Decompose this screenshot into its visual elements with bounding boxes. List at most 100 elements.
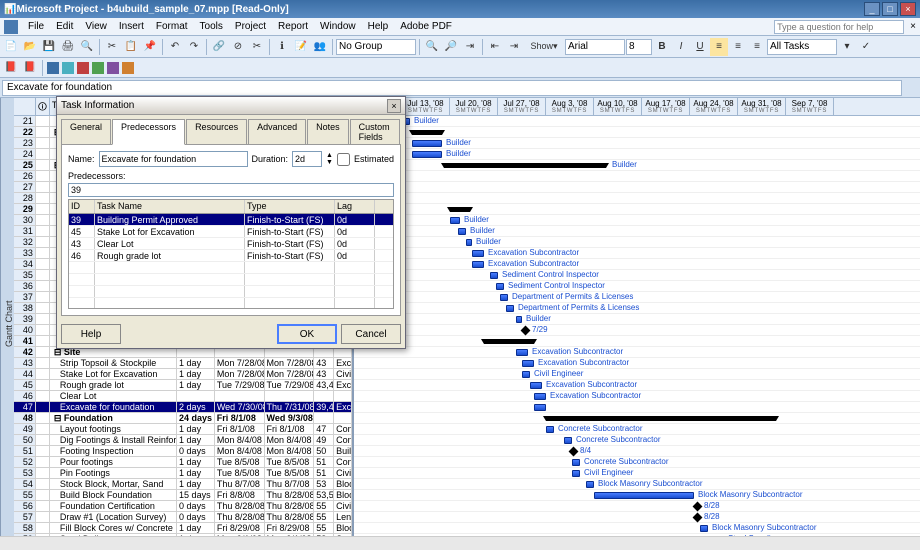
table-row[interactable]: 55Build Block Foundation15 daysFri 8/8/0… — [14, 490, 352, 501]
tab-notes[interactable]: Notes — [307, 119, 349, 144]
task-name-input[interactable] — [99, 151, 248, 167]
gantt-row[interactable] — [354, 204, 920, 215]
minimize-button[interactable]: _ — [864, 2, 880, 16]
task-bar[interactable] — [534, 404, 546, 411]
gantt-row[interactable]: 8/28 — [354, 512, 920, 523]
tab-custom[interactable]: Custom Fields — [350, 119, 400, 144]
gantt-row[interactable] — [354, 171, 920, 182]
indent-icon[interactable]: ⇥ — [505, 38, 523, 56]
predecessor-row[interactable]: 43Clear LotFinish-to-Start (FS)0d — [69, 238, 393, 250]
view-tab-gantt[interactable]: Gantt Chart — [0, 98, 14, 550]
dialog-title-bar[interactable]: Task Information × — [57, 97, 405, 115]
font-combo[interactable]: Arial — [565, 39, 625, 55]
maximize-button[interactable]: □ — [882, 2, 898, 16]
swatch-blue[interactable] — [47, 62, 59, 74]
summary-bar[interactable] — [412, 130, 442, 135]
align-left-icon[interactable]: ≡ — [710, 38, 728, 56]
task-bar[interactable] — [564, 437, 572, 444]
swatch-cyan[interactable] — [62, 62, 74, 74]
wbs-icon[interactable]: ✓ — [857, 38, 875, 56]
pcol-lag[interactable]: Lag — [335, 200, 375, 213]
undo-icon[interactable]: ↶ — [166, 38, 184, 56]
filter-combo[interactable]: All Tasks — [767, 39, 837, 55]
task-bar[interactable] — [496, 283, 504, 290]
table-row[interactable]: 49Layout footings1 dayFri 8/1/08Fri 8/1/… — [14, 424, 352, 435]
assign-icon[interactable]: 👥 — [311, 38, 329, 56]
milestone-icon[interactable] — [693, 513, 703, 523]
preview-icon[interactable]: 🔍 — [78, 38, 96, 56]
task-bar[interactable] — [572, 459, 580, 466]
zoom-out-icon[interactable]: 🔍 — [423, 38, 441, 56]
table-row[interactable]: 51Footing Inspection0 daysMon 8/4/08Mon … — [14, 446, 352, 457]
task-bar[interactable] — [472, 250, 484, 257]
task-bar[interactable] — [522, 360, 534, 367]
gantt-row[interactable]: Sediment Control Inspector — [354, 270, 920, 281]
paste-icon[interactable]: 📌 — [141, 38, 159, 56]
gantt-row[interactable]: Department of Permits & Licenses — [354, 292, 920, 303]
gantt-row[interactable]: Civil Engineer — [354, 369, 920, 380]
gantt-row[interactable]: Builder — [354, 215, 920, 226]
ok-button[interactable]: OK — [277, 324, 337, 344]
pred-entry[interactable]: 39 — [68, 183, 394, 197]
task-bar[interactable] — [586, 481, 594, 488]
help-button[interactable]: Help — [61, 324, 121, 344]
gantt-row[interactable]: Builder — [354, 226, 920, 237]
gantt-row[interactable] — [354, 182, 920, 193]
task-bar[interactable] — [572, 470, 580, 477]
menu-window[interactable]: Window — [314, 19, 362, 34]
tab-advanced[interactable]: Advanced — [248, 119, 306, 144]
table-row[interactable]: 43Strip Topsoil & Stockpile1 dayMon 7/28… — [14, 358, 352, 369]
table-row[interactable]: 46Clear Lot — [14, 391, 352, 402]
save-icon[interactable]: 💾 — [40, 38, 58, 56]
open-icon[interactable]: 📂 — [21, 38, 39, 56]
duration-input[interactable] — [292, 151, 322, 167]
menu-project[interactable]: Project — [229, 19, 272, 34]
group-combo[interactable]: No Group — [336, 39, 416, 55]
table-row[interactable]: 57Draw #1 (Location Survey)0 daysThu 8/2… — [14, 512, 352, 523]
predecessor-row[interactable]: 45Stake Lot for ExcavationFinish-to-Star… — [69, 226, 393, 238]
table-row[interactable]: 44Stake Lot for Excavation1 dayMon 7/28/… — [14, 369, 352, 380]
task-bar[interactable] — [506, 305, 514, 312]
gantt-row[interactable]: Concrete Subcontractor — [354, 424, 920, 435]
gantt-row[interactable] — [354, 402, 920, 413]
align-right-icon[interactable]: ≡ — [748, 38, 766, 56]
task-bar[interactable] — [546, 426, 554, 433]
table-row[interactable]: 48⊟ Foundation24 daysFri 8/1/08Wed 9/3/0… — [14, 413, 352, 424]
gantt-row[interactable] — [354, 336, 920, 347]
task-bar[interactable] — [490, 272, 498, 279]
predecessor-row[interactable]: 39Building Permit ApprovedFinish-to-Star… — [69, 214, 393, 226]
task-bar[interactable] — [472, 261, 484, 268]
link-icon[interactable]: 🔗 — [210, 38, 228, 56]
close-button[interactable]: × — [900, 2, 916, 16]
doc-close-button[interactable]: × — [910, 21, 916, 32]
task-bar[interactable] — [530, 382, 542, 389]
gantt-row[interactable]: Concrete Subcontractor — [354, 435, 920, 446]
task-bar[interactable] — [516, 316, 522, 323]
underline-icon[interactable]: U — [691, 38, 709, 56]
task-bar[interactable] — [466, 239, 472, 246]
swatch-red[interactable] — [77, 62, 89, 74]
pcol-type[interactable]: Type — [245, 200, 335, 213]
table-row[interactable]: 53Pin Footings1 dayTue 8/5/08Tue 8/5/085… — [14, 468, 352, 479]
italic-icon[interactable]: I — [672, 38, 690, 56]
gantt-row[interactable]: Builder — [354, 149, 920, 160]
pdf-icon[interactable]: 📕 — [2, 59, 20, 77]
col-indicator[interactable]: 🛈 — [36, 98, 50, 115]
gantt-row[interactable]: Builder — [354, 237, 920, 248]
pdf2-icon[interactable]: 📕 — [21, 59, 39, 77]
print-icon[interactable]: 🖨 — [59, 38, 77, 56]
summary-bar[interactable] — [484, 339, 534, 344]
gantt-row[interactable]: Excavation Subcontractor — [354, 259, 920, 270]
notes-icon[interactable]: 📝 — [292, 38, 310, 56]
gantt-row[interactable]: Civil Engineer — [354, 468, 920, 479]
table-row[interactable]: 58Fill Block Cores w/ Concrete1 dayFri 8… — [14, 523, 352, 534]
table-row[interactable]: 54Stock Block, Mortar, Sand1 dayThu 8/7/… — [14, 479, 352, 490]
tab-general[interactable]: General — [61, 119, 111, 144]
gantt-row[interactable]: Excavation Subcontractor — [354, 347, 920, 358]
info-icon[interactable]: ℹ — [273, 38, 291, 56]
gantt-row[interactable]: Block Masonry Subcontractor — [354, 490, 920, 501]
task-bar[interactable] — [522, 371, 530, 378]
copy-icon[interactable]: 📋 — [122, 38, 140, 56]
swatch-green[interactable] — [92, 62, 104, 74]
gantt-row[interactable]: Builder — [354, 314, 920, 325]
